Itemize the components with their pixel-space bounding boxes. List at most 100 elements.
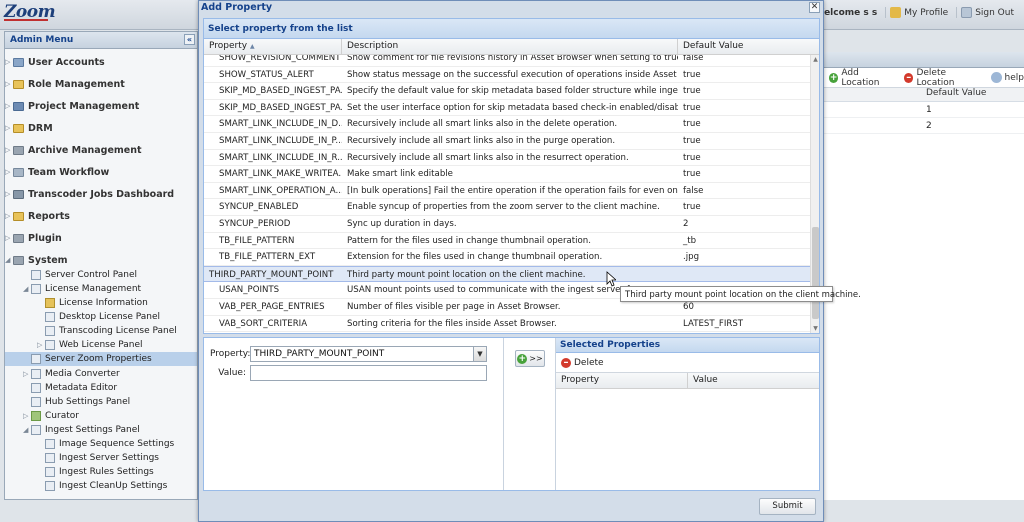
sidebar-item-drm[interactable]: ▷ DRM — [5, 121, 197, 135]
close-dialog-button[interactable]: ✕ — [809, 2, 820, 13]
table-row[interactable]: SKIP_MD_BASED_INGEST_PA... Set the user i… — [204, 99, 810, 117]
property-select[interactable]: THIRD_PARTY_MOUNT_POINT ▼ — [250, 346, 487, 362]
sidebar-subitem-license-information[interactable]: License Information — [5, 296, 197, 310]
expand-arrow-icon[interactable]: ▷ — [5, 212, 13, 220]
sidebar-subitem-ingest-settings-panel[interactable]: ◢ Ingest Settings Panel — [5, 423, 197, 437]
table-row[interactable]: SMART_LINK_OPERATION_A... [In bulk operat… — [204, 182, 810, 200]
desktop-license-icon — [45, 312, 55, 322]
sidebar-item-archive-management[interactable]: ▷ Archive Management — [5, 143, 197, 157]
users-icon — [13, 57, 24, 67]
table-row[interactable]: SHOW_STATUS_ALERT Show status message on … — [204, 66, 810, 84]
scroll-up-icon[interactable]: ▲ — [811, 55, 820, 64]
my-profile-link[interactable]: My Profile — [885, 7, 952, 18]
properties-icon — [31, 354, 41, 364]
selected-properties-header: Property Value — [556, 373, 819, 389]
sidebar-item-transcoder-jobs-dashboard[interactable]: ▷ Transcoder Jobs Dashboard — [5, 187, 197, 201]
table-row[interactable]: SYNCUP_ENABLED Enable syncup of propertie… — [204, 199, 810, 216]
sidebar-subitem-ingest-server-settings[interactable]: Ingest Server Settings — [5, 451, 197, 465]
expand-arrow-icon[interactable]: ▷ — [5, 190, 13, 198]
collapse-arrow-icon[interactable]: ◢ — [23, 426, 31, 434]
sidebar-subitem-ingest-cleanup-settings[interactable]: Ingest CleanUp Settings — [5, 479, 197, 493]
expand-arrow-icon[interactable]: ▷ — [5, 168, 13, 176]
sidebar-subitem-hub-settings-panel[interactable]: Hub Settings Panel — [5, 395, 197, 409]
submit-button[interactable]: Submit — [759, 498, 816, 515]
sidebar-item-role-management[interactable]: ▷ Role Management — [5, 77, 197, 91]
delete-icon: – — [904, 72, 914, 83]
table-row[interactable]: VAB_SORT_CRITERIA Sorting criteria for th… — [204, 315, 810, 333]
expand-arrow-icon[interactable]: ▷ — [23, 412, 31, 420]
table-row[interactable]: SMART_LINK_INCLUDE_IN_P... Recursively in… — [204, 133, 810, 150]
table-row-selected[interactable]: THIRD_PARTY_MOUNT_POINT Third party mount… — [204, 265, 810, 283]
add-icon: + — [517, 353, 528, 364]
sidebar-subitem-metadata-editor[interactable]: Metadata Editor — [5, 381, 197, 395]
settings-icon — [45, 467, 55, 477]
expand-arrow-icon[interactable]: ▷ — [5, 58, 13, 66]
value-input[interactable] — [250, 365, 487, 381]
chevron-down-icon[interactable]: ▼ — [473, 347, 486, 361]
key-icon — [45, 298, 55, 308]
table-row[interactable]: SKIP_MD_BASED_INGEST_PA... Specify the de… — [204, 83, 810, 100]
collapse-sidebar-button[interactable]: « — [184, 34, 195, 45]
table-row[interactable]: 1 — [823, 102, 1024, 118]
property-column-header[interactable]: Property ▲ — [204, 39, 342, 54]
sign-out-link[interactable]: Sign Out — [956, 7, 1018, 18]
expand-arrow-icon[interactable]: ▷ — [5, 102, 13, 110]
table-row[interactable]: TB_FILE_PATTERN Pattern for the files use… — [204, 232, 810, 250]
sidebar-subitem-image-sequence-settings[interactable]: Image Sequence Settings — [5, 437, 197, 451]
locations-panel-header — [823, 52, 1024, 68]
collapse-arrow-icon[interactable]: ◢ — [5, 256, 13, 264]
sidebar-item-project-management[interactable]: ▷ Project Management — [5, 99, 197, 113]
table-row[interactable]: SMART_LINK_INCLUDE_IN_D... Recursively in… — [204, 116, 810, 133]
add-to-selected-button[interactable]: + >> — [515, 350, 545, 367]
default-value-column-header[interactable]: Default Value — [678, 39, 819, 54]
sidebar-subitem-curator[interactable]: ▷ Curator — [5, 409, 197, 423]
locations-panel: + Add Location – Delete Location help Defa… — [822, 52, 1024, 500]
expand-arrow-icon[interactable]: ▷ — [5, 234, 13, 242]
help-button[interactable]: help — [990, 72, 1024, 83]
archive-icon — [13, 145, 24, 155]
sidebar-item-reports[interactable]: ▷ Reports — [5, 209, 197, 223]
default-value-column-header[interactable]: Default Value — [823, 88, 1024, 102]
table-row[interactable]: SMART_LINK_MAKE_WRITEA... Make smart link… — [204, 166, 810, 183]
selected-property-column-header[interactable]: Property — [556, 373, 688, 388]
sidebar-subitem-ingest-rules-settings[interactable]: Ingest Rules Settings — [5, 465, 197, 479]
delete-location-button[interactable]: – Delete Location — [904, 68, 982, 88]
admin-menu-title: Admin Menu « — [5, 32, 197, 49]
expand-arrow-icon[interactable]: ▷ — [5, 124, 13, 132]
table-row[interactable]: SYNCUP_PERIOD Sync up duration in days. 2 — [204, 216, 810, 233]
selected-value-column-header[interactable]: Value — [688, 373, 718, 388]
table-row[interactable]: 2 — [823, 118, 1024, 134]
sidebar-item-plugin[interactable]: ▷ Plugin — [5, 231, 197, 245]
profile-icon — [890, 7, 902, 18]
folder-icon — [13, 123, 24, 133]
sidebar-subitem-license-management[interactable]: ◢ License Management — [5, 282, 197, 296]
expand-arrow-icon[interactable]: ▷ — [5, 146, 13, 154]
delete-button[interactable]: Delete — [574, 358, 604, 368]
sort-ascending-icon: ▲ — [249, 43, 255, 50]
sidebar-subitem-transcoding-license-panel[interactable]: Transcoding License Panel — [5, 324, 197, 338]
sidebar-subitem-server-control-panel[interactable]: Server Control Panel — [5, 268, 197, 282]
table-row[interactable]: TB_FILE_PATTERN_EXT Extension for the fil… — [204, 249, 810, 266]
expand-arrow-icon[interactable]: ▷ — [23, 370, 31, 378]
sidebar-subitem-media-converter[interactable]: ▷ Media Converter — [5, 367, 197, 381]
reports-icon — [13, 211, 24, 221]
sign-out-icon — [961, 7, 973, 18]
table-row[interactable]: SHOW_REVISION_COMMENT Show comment for fi… — [204, 55, 810, 67]
add-icon: + — [829, 72, 839, 83]
hub-icon — [31, 397, 41, 407]
sidebar-item-system[interactable]: ◢ System — [5, 253, 197, 267]
sidebar-subitem-web-license-panel[interactable]: ▷ Web License Panel — [5, 338, 197, 352]
expand-arrow-icon[interactable]: ▷ — [5, 80, 13, 88]
add-location-button[interactable]: + Add Location — [829, 68, 896, 88]
sidebar-item-user-accounts[interactable]: ▷ User Accounts — [5, 55, 197, 69]
expand-arrow-icon[interactable]: ▷ — [37, 341, 45, 349]
description-column-header[interactable]: Description — [342, 39, 678, 54]
sidebar-subitem-server-zoom-properties[interactable]: Server Zoom Properties — [5, 352, 197, 366]
scroll-down-icon[interactable]: ▼ — [811, 324, 820, 333]
collapse-arrow-icon[interactable]: ◢ — [23, 285, 31, 293]
table-row[interactable]: SMART_LINK_INCLUDE_IN_R... Recursively in… — [204, 149, 810, 167]
selected-properties-title: Selected Properties — [556, 338, 819, 353]
sidebar-subitem-desktop-license-panel[interactable]: Desktop License Panel — [5, 310, 197, 324]
scrollbar-thumb[interactable] — [812, 227, 819, 319]
sidebar-item-team-workflow[interactable]: ▷ Team Workflow — [5, 165, 197, 179]
